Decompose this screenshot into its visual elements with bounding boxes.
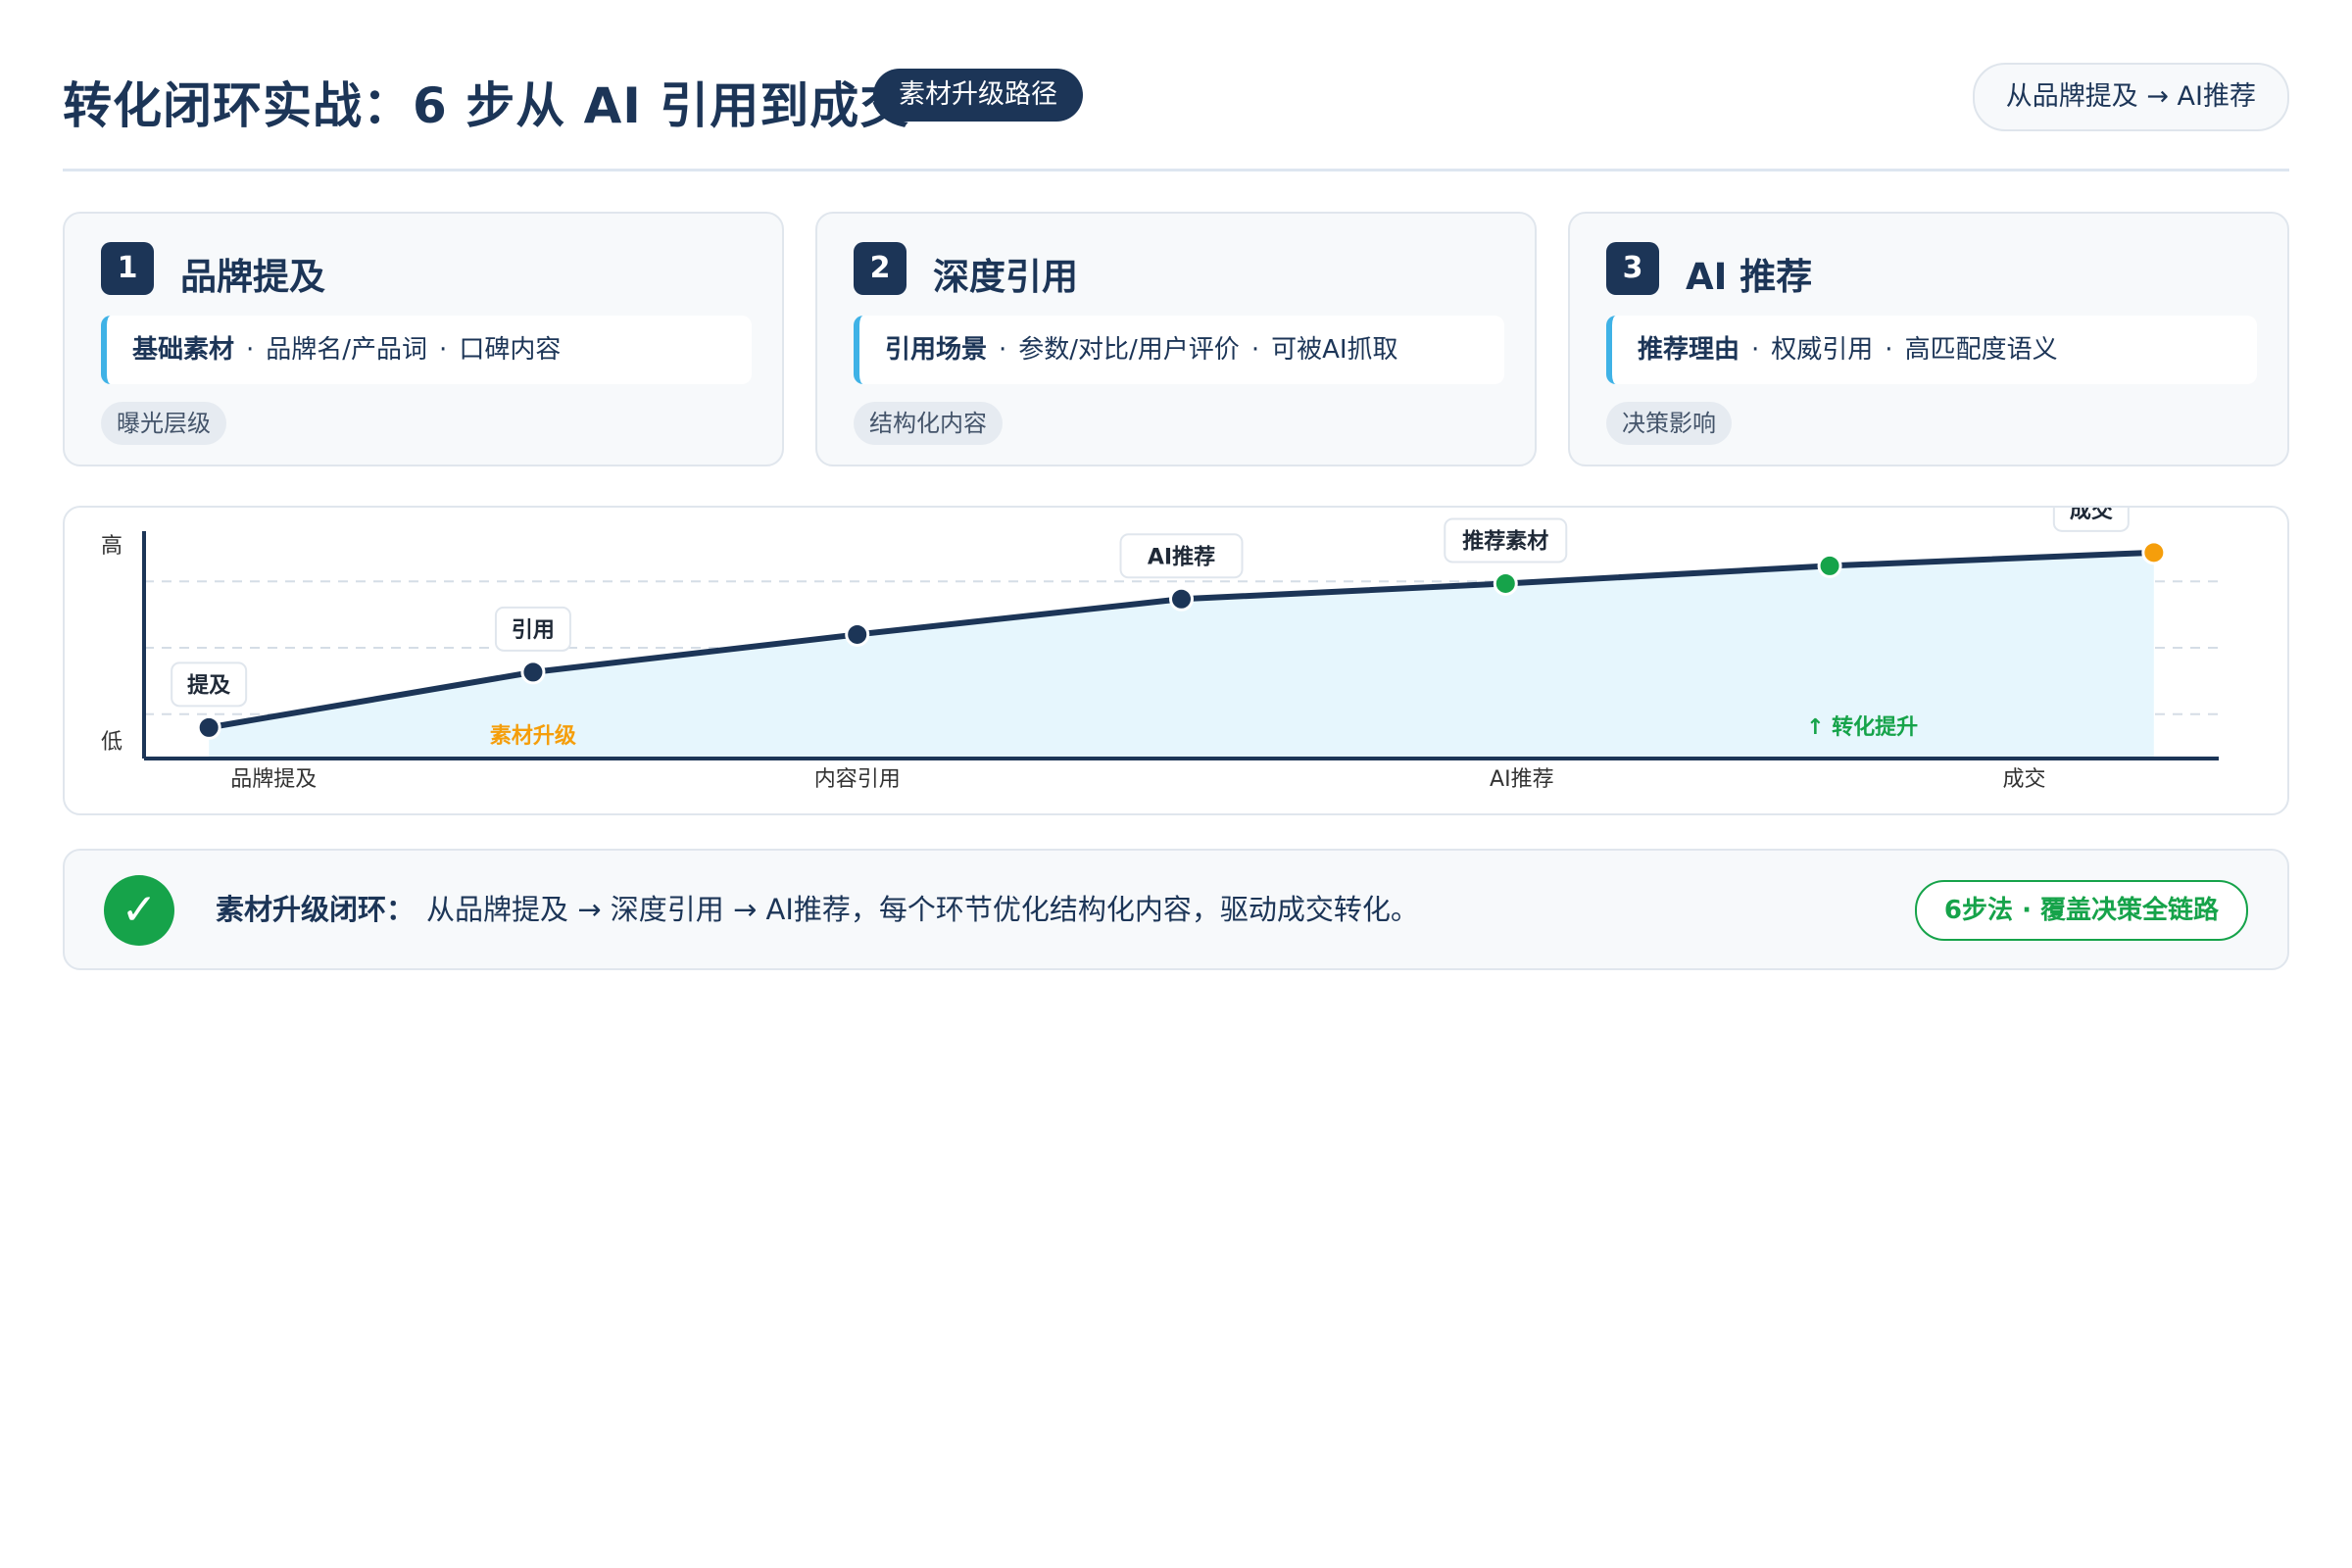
x-tick-label: 品牌提及 bbox=[230, 767, 317, 792]
page-title: 转化闭环实战：6 步从 AI 引用到成交 bbox=[63, 77, 910, 134]
x-tick-label: AI推荐 bbox=[1490, 767, 1554, 792]
detail-label: 基础素材 bbox=[132, 335, 235, 365]
step-tag: 曝光层级 bbox=[101, 402, 226, 445]
data-point bbox=[196, 714, 221, 740]
separator-dot: · bbox=[439, 335, 448, 365]
data-point bbox=[1493, 570, 1518, 596]
x-tick-label: 内容引用 bbox=[814, 767, 901, 792]
conversion-chart: 高低品牌提及 内容引用 AI推荐 成交提及引用AI推荐推荐素材成交素材升级 ↑ 转化提升 bbox=[101, 508, 2219, 792]
step-number: 3 bbox=[1606, 242, 1659, 295]
title-badge: 素材升级路径 bbox=[873, 69, 1083, 122]
separator-dot: · bbox=[1250, 335, 1260, 365]
step-card-1: 1 品牌提及 基础素材 · 品牌名/产品词 · 口碑内容 曝光层级 bbox=[63, 212, 784, 466]
step-tag: 决策影响 bbox=[1606, 402, 1732, 445]
detail-item: 品牌名/产品词 bbox=[266, 335, 428, 365]
point-label: 提及 bbox=[187, 672, 231, 698]
detail-label: 推荐理由 bbox=[1638, 335, 1740, 365]
step-detail: 引用场景 · 参数/对比/用户评价 · 可被AI抓取 bbox=[854, 316, 1504, 384]
data-point bbox=[1817, 553, 1842, 578]
detail-label: 引用场景 bbox=[885, 335, 988, 365]
separator-dot: · bbox=[999, 335, 1007, 365]
point-label: AI推荐 bbox=[1148, 544, 1215, 569]
point-label: 成交 bbox=[2070, 508, 2113, 523]
step-number: 2 bbox=[854, 242, 906, 295]
step-title: AI 推荐 bbox=[1686, 256, 1813, 298]
data-point bbox=[845, 621, 870, 647]
step-tag: 结构化内容 bbox=[854, 402, 1003, 445]
data-point bbox=[1169, 586, 1194, 612]
step-number: 1 bbox=[101, 242, 154, 295]
check-icon: ✓ bbox=[104, 875, 174, 946]
data-point bbox=[520, 660, 546, 685]
summary-body: 从品牌提及 → 深度引用 → AI推荐，每个环节优化结构化内容，驱动成交转化。 bbox=[426, 893, 1419, 926]
header-divider bbox=[63, 169, 2289, 172]
method-pill: 6步法 · 覆盖决策全链路 bbox=[1914, 880, 2248, 941]
detail-item: 高匹配度语义 bbox=[1904, 335, 2058, 365]
detail-item: 权威引用 bbox=[1771, 335, 1874, 365]
summary-bar: ✓ 素材升级闭环： 从品牌提及 → 深度引用 → AI推荐，每个环节优化结构化内容… bbox=[63, 849, 2289, 970]
chart-annotation: 素材升级 bbox=[490, 723, 576, 749]
chart-annotation: ↑ 转化提升 bbox=[1806, 714, 1918, 740]
point-label: 引用 bbox=[512, 618, 555, 643]
flow-pill: 从品牌提及 → AI推荐 bbox=[1972, 63, 2289, 131]
step-detail: 推荐理由 · 权威引用 · 高匹配度语义 bbox=[1606, 316, 2257, 384]
header: 转化闭环实战：6 步从 AI 引用到成交 素材升级路径 从品牌提及 → AI推荐 bbox=[63, 63, 2289, 161]
detail-item: 参数/对比/用户评价 bbox=[1018, 335, 1240, 365]
separator-dot: · bbox=[1885, 335, 1893, 365]
step-title: 品牌提及 bbox=[180, 256, 325, 298]
summary-text: 素材升级闭环： 从品牌提及 → 深度引用 → AI推荐，每个环节优化结构化内容，驱… bbox=[216, 851, 1419, 968]
y-label-high: 高 bbox=[101, 534, 122, 559]
detail-item: 可被AI抓取 bbox=[1271, 335, 1398, 365]
step-card-2: 2 深度引用 引用场景 · 参数/对比/用户评价 · 可被AI抓取 结构化内容 bbox=[815, 212, 1537, 466]
data-point bbox=[2141, 540, 2167, 565]
separator-dot: · bbox=[1751, 335, 1760, 365]
separator-dot: · bbox=[246, 335, 255, 365]
step-card-3: 3 AI 推荐 推荐理由 · 权威引用 · 高匹配度语义 决策影响 bbox=[1568, 212, 2289, 466]
detail-item: 口碑内容 bbox=[459, 335, 562, 365]
summary-lead: 素材升级闭环： bbox=[216, 893, 416, 926]
page: 转化闭环实战：6 步从 AI 引用到成交 素材升级路径 从品牌提及 → AI推荐… bbox=[0, 0, 2352, 1568]
step-title: 深度引用 bbox=[933, 256, 1078, 298]
point-label: 推荐素材 bbox=[1462, 528, 1548, 554]
x-tick-label: 成交 bbox=[2003, 767, 2046, 792]
step-detail: 基础素材 · 品牌名/产品词 · 口碑内容 bbox=[101, 316, 752, 384]
chart-card: 高低品牌提及 内容引用 AI推荐 成交 提及 引用 AI推荐 推荐素材 成交 素材升级 ↑ 转化提升 bbox=[63, 506, 2289, 815]
y-label-low: 低 bbox=[101, 730, 122, 755]
